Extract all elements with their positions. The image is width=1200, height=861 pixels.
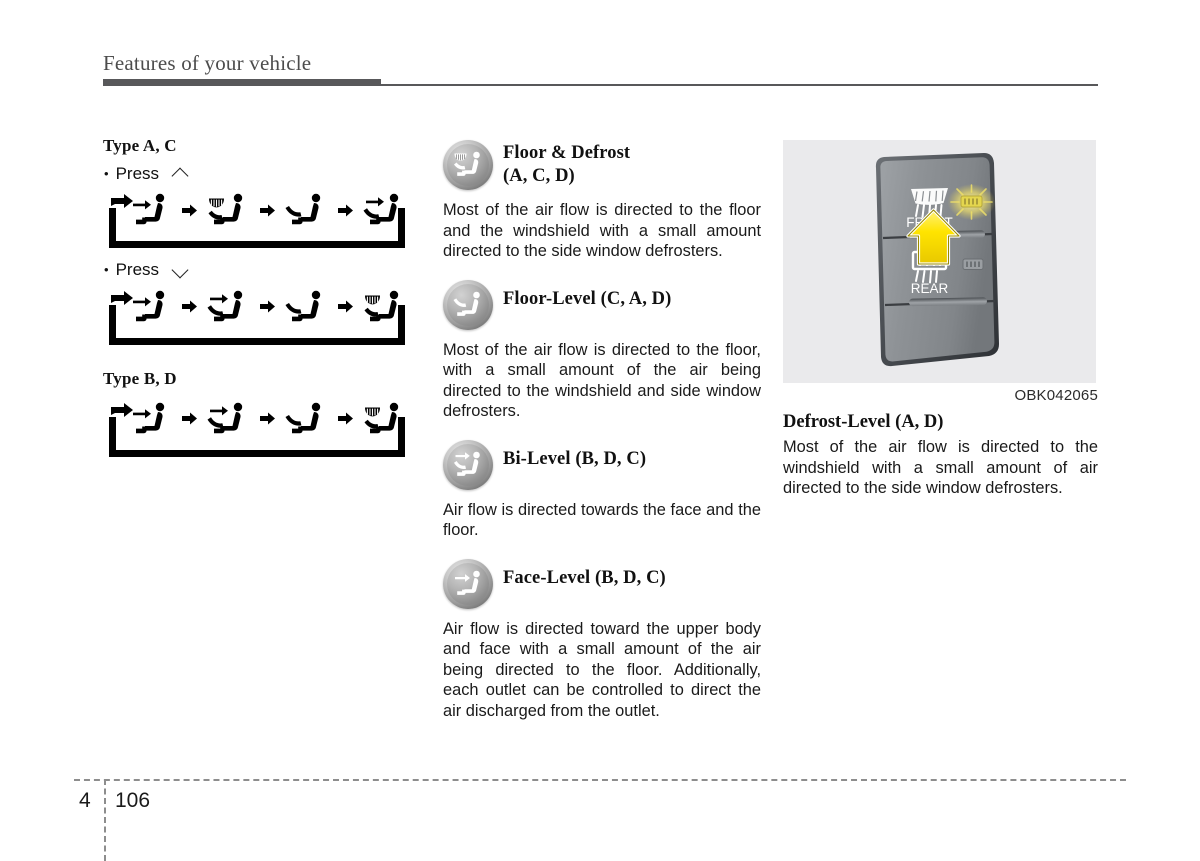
cycle-arrow-icon	[181, 204, 197, 217]
mode-glyph-floor-and-defrost	[208, 194, 243, 225]
entry-title: Floor & Defrost (A, C, D)	[503, 140, 630, 188]
left-column: Type A, C • Press • Press Type B, D	[103, 136, 423, 457]
defroster-switch-svg: FRONT	[875, 153, 999, 367]
cycle-arrow-icon	[259, 204, 275, 217]
chapter-number: 4	[79, 789, 91, 812]
entry-body: Most of the air flow is directed to the …	[443, 340, 761, 421]
entry-title-line1: Face-Level (B, D, C)	[503, 567, 666, 588]
cycle-arrow-icon	[259, 412, 275, 425]
header-rule-group	[103, 79, 1098, 87]
mode-glyph-face-level	[133, 194, 165, 225]
page-title: Features of your vehicle	[103, 51, 312, 75]
mode-glyph-bi-level	[207, 290, 243, 321]
type-bd-heading: Type B, D	[103, 368, 177, 388]
floor-level-glyph	[453, 291, 480, 316]
press-up-line: • Press	[104, 164, 423, 184]
entry-title: Floor-Level (C, A, D)	[503, 280, 671, 311]
mode-entry-face-level: Face-Level (B, D, C) Air flow is directe…	[443, 558, 761, 722]
airflow-cycle-press-down	[109, 287, 409, 345]
entry-body: Most of the air flow is directed to the …	[443, 201, 761, 260]
rear-label: REAR	[911, 281, 949, 296]
mode-glyph-floor-level	[285, 194, 321, 225]
bullet-icon: •	[104, 262, 109, 278]
cycle-items	[127, 399, 407, 439]
cycle-arrow-icon	[337, 300, 353, 313]
entry-header: Bi-Level (B, D, C)	[443, 439, 761, 490]
face-level-icon	[443, 558, 493, 609]
mode-entry-floor-level: Floor-Level (C, A, D) Most of the air fl…	[443, 279, 761, 422]
bi-level-glyph	[454, 451, 480, 476]
type-ac-heading: Type A, C	[103, 136, 177, 155]
cycle-arrow-icon	[259, 300, 275, 313]
mode-glyph-floor-and-defrost	[364, 290, 399, 321]
entry-header: Floor-Level (C, A, D)	[443, 279, 761, 330]
cycle-arrow-icon	[337, 204, 353, 217]
mode-glyph-floor-and-defrost	[364, 402, 399, 433]
entry-title-line1: Floor & Defrost	[503, 143, 631, 163]
header-rule-thin	[381, 84, 1098, 87]
middle-column: Floor & Defrost (A, C, D) Most of the ai…	[443, 140, 761, 735]
defrost-level-title: Defrost-Level (A, D)	[783, 412, 944, 432]
defroster-switch-illustration: FRONT	[783, 140, 1096, 383]
airflow-cycle-type-b-d	[109, 399, 409, 457]
floor-and-defrost-glyph	[454, 151, 480, 176]
cycle-items	[127, 287, 407, 327]
page-number: 106	[115, 789, 151, 812]
footer-vertical-rule	[104, 779, 106, 861]
right-column: FRONT	[783, 140, 1098, 517]
mode-entry-floor-and-defrost: Floor & Defrost (A, C, D) Most of the ai…	[443, 140, 761, 262]
footer-horizontal-rule	[74, 779, 1126, 781]
press-up-label: Press	[115, 164, 160, 183]
chevron-down-icon	[170, 264, 196, 278]
floor-level-icon	[443, 279, 493, 330]
mode-glyph-face-level	[133, 290, 165, 321]
mode-glyph-bi-level	[363, 194, 399, 225]
entry-title: Face-Level (B, D, C)	[503, 559, 666, 590]
cycle-items	[127, 190, 407, 230]
defrost-level-body: Most of the air flow is directed to the …	[783, 438, 1098, 497]
press-down-label: Press	[115, 260, 160, 280]
cycle-arrow-icon	[337, 412, 353, 425]
mode-glyph-bi-level	[207, 402, 243, 433]
entry-title-line1: Floor-Level (C, A, D)	[503, 288, 672, 309]
entry-title-line2: (A, C, D)	[503, 166, 575, 187]
press-down-line: • Press	[104, 260, 423, 280]
chevron-up-icon	[170, 167, 196, 181]
cycle-arrow-icon	[181, 412, 197, 425]
airflow-cycle-press-up	[109, 190, 409, 249]
mode-entry-bi-level: Bi-Level (B, D, C) Air flow is directed …	[443, 439, 761, 541]
rear-indicator-lamp-icon	[962, 258, 984, 270]
floor-and-defrost-icon	[443, 140, 493, 190]
figure-code: OBK042065	[1014, 387, 1098, 404]
entry-header: Floor & Defrost (A, C, D)	[443, 140, 761, 190]
mode-glyph-floor-level	[285, 290, 321, 321]
entry-body: Air flow is directed towards the face an…	[443, 500, 761, 540]
mode-glyph-floor-level	[285, 402, 321, 433]
face-level-glyph	[455, 570, 480, 595]
page-footer: 4 106	[0, 779, 1200, 861]
entry-title-line1: Bi-Level (B, D, C)	[503, 448, 647, 469]
entry-body: Air flow is directed toward the upper bo…	[443, 619, 761, 720]
header-rule-thick	[103, 79, 381, 87]
mode-glyph-face-level	[133, 402, 165, 433]
indicator-lamp-on-icon	[947, 184, 996, 220]
entry-header: Face-Level (B, D, C)	[443, 558, 761, 609]
cycle-arrow-icon	[181, 300, 197, 313]
bullet-icon: •	[104, 165, 109, 181]
page-header: Features of your vehicle	[103, 51, 1098, 87]
entry-title: Bi-Level (B, D, C)	[503, 440, 646, 471]
bi-level-icon	[443, 439, 493, 490]
